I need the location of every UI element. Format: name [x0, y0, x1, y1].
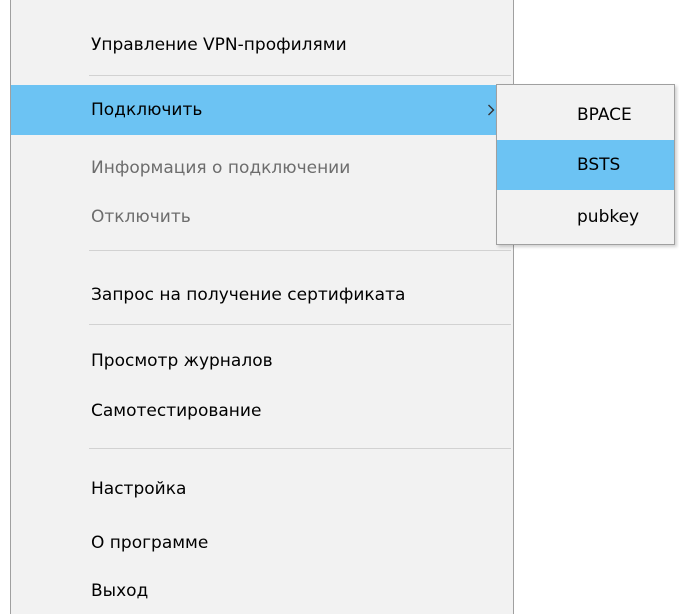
- menu-item-label: Управление VPN-профилями: [91, 35, 347, 55]
- submenu-item-label: BPACE: [577, 105, 632, 125]
- menu-item-certificate-request[interactable]: Запрос на получение сертификата: [11, 271, 513, 319]
- menu-item-label: Самотестирование: [91, 401, 262, 421]
- menu-separator: [89, 75, 511, 76]
- menu-item-connection-info: Информация о подключении: [11, 143, 513, 193]
- menu-item-connect[interactable]: Подключить: [11, 85, 513, 135]
- menu-item-label: Настройка: [91, 479, 187, 499]
- submenu-item-profile[interactable]: BPACE: [497, 91, 674, 139]
- menu-item-label: Подключить: [91, 100, 203, 120]
- context-menu-window: Управление VPN-профилями Подключить Инфо…: [0, 0, 679, 614]
- connect-submenu: BPACE BSTS pubkey: [496, 84, 675, 245]
- menu-item-label: О программе: [91, 533, 209, 553]
- menu-item-label: Выход: [91, 581, 149, 601]
- menu-item-label: Просмотр журналов: [91, 351, 273, 371]
- menu-separator: [89, 250, 511, 251]
- menu-item-label: Информация о подключении: [91, 158, 351, 178]
- menu-item-label: Отключить: [91, 207, 191, 227]
- menu-item-self-test[interactable]: Самотестирование: [11, 387, 513, 435]
- menu-item-exit[interactable]: Выход: [11, 568, 513, 614]
- menu-separator: [89, 448, 511, 449]
- menu-item-view-logs[interactable]: Просмотр журналов: [11, 337, 513, 385]
- submenu-item-profile[interactable]: pubkey: [497, 193, 674, 241]
- menu-item-about[interactable]: О программе: [11, 519, 513, 567]
- menu-separator: [89, 324, 511, 325]
- menu-item-manage-vpn-profiles[interactable]: Управление VPN-профилями: [11, 21, 513, 69]
- chevron-right-icon: [487, 85, 495, 135]
- tray-context-menu: Управление VPN-профилями Подключить Инфо…: [10, 0, 514, 614]
- menu-item-settings[interactable]: Настройка: [11, 465, 513, 513]
- submenu-item-profile[interactable]: BSTS: [497, 140, 674, 190]
- menu-item-label: Запрос на получение сертификата: [91, 285, 406, 305]
- menu-item-disconnect: Отключить: [11, 193, 513, 241]
- submenu-item-label: pubkey: [577, 207, 640, 227]
- submenu-item-label: BSTS: [577, 155, 621, 175]
